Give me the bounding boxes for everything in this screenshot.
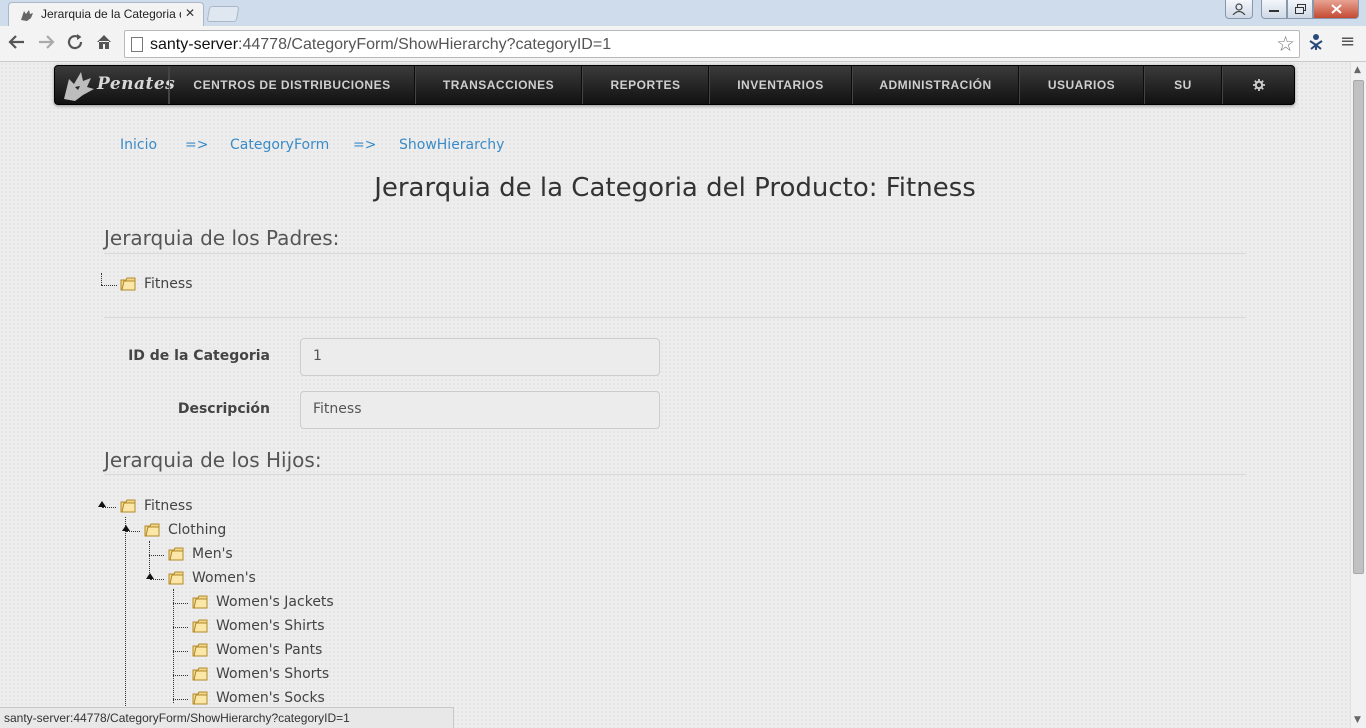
browser-titlebar: Jerarquia de la Categoria de ✕ bbox=[0, 0, 1366, 26]
page-content: Penates CENTROS DE DISTRIBUCIONES TRANSA… bbox=[0, 62, 1350, 728]
nav-transacciones[interactable]: TRANSACCIONES bbox=[415, 66, 582, 104]
breadcrumb-separator: => bbox=[185, 137, 209, 153]
divider bbox=[104, 253, 1246, 254]
tree-connector bbox=[173, 589, 174, 703]
browser-tab[interactable]: Jerarquia de la Categoria de ✕ bbox=[8, 2, 204, 26]
tree-connector bbox=[173, 699, 188, 700]
folder-icon bbox=[120, 499, 136, 513]
nav-reportes[interactable]: REPORTES bbox=[582, 66, 709, 104]
tree-connector bbox=[173, 675, 188, 676]
nav-centros-de-distribuciones[interactable]: CENTROS DE DISTRIBUCIONES bbox=[169, 66, 415, 104]
tree-connector bbox=[101, 285, 117, 286]
browser-menu-icon[interactable]: ≡ bbox=[1340, 31, 1355, 52]
tree-connector bbox=[149, 541, 150, 573]
forward-arrow-icon[interactable] bbox=[35, 33, 57, 55]
category-id-field[interactable]: 1 bbox=[300, 338, 660, 376]
folder-icon bbox=[192, 691, 208, 705]
tree-connector bbox=[173, 651, 188, 652]
breadcrumb-separator: => bbox=[353, 137, 377, 153]
brand-logo[interactable]: Penates bbox=[55, 66, 175, 104]
folder-icon bbox=[120, 277, 136, 291]
url-text[interactable]: santy-server:44778/CategoryForm/ShowHier… bbox=[150, 36, 611, 54]
tree-connector bbox=[149, 555, 164, 556]
breadcrumb-inicio[interactable]: Inicio bbox=[120, 137, 157, 153]
browser-toolbar: santy-server:44778/CategoryForm/ShowHier… bbox=[0, 26, 1366, 62]
page-icon bbox=[131, 37, 143, 52]
new-tab-button[interactable] bbox=[206, 6, 240, 22]
minimize-button[interactable] bbox=[1261, 0, 1287, 19]
description-field[interactable]: Fitness bbox=[300, 391, 660, 429]
reload-icon[interactable] bbox=[64, 33, 86, 55]
tree-connector bbox=[102, 507, 116, 508]
extension-icon[interactable] bbox=[1308, 33, 1324, 55]
nav-administracion[interactable]: ADMINISTRACIÓN bbox=[852, 66, 1019, 104]
page-title: Jerarquia de la Categoria del Producto: … bbox=[374, 173, 976, 203]
divider bbox=[104, 474, 1246, 475]
user-profile-icon[interactable] bbox=[1225, 0, 1253, 19]
home-icon[interactable] bbox=[93, 33, 115, 55]
folder-icon bbox=[192, 595, 208, 609]
folder-icon bbox=[168, 571, 184, 585]
nav-settings[interactable] bbox=[1222, 66, 1294, 104]
address-bar[interactable]: santy-server:44778/CategoryForm/ShowHier… bbox=[124, 30, 1300, 58]
nav-usuarios[interactable]: USUARIOS bbox=[1019, 66, 1144, 104]
divider bbox=[104, 317, 1246, 318]
breadcrumb-showhierarchy[interactable]: ShowHierarchy bbox=[399, 137, 504, 153]
status-bar: santy-server:44778/CategoryForm/ShowHier… bbox=[0, 707, 454, 728]
tree-connector bbox=[173, 603, 188, 604]
tree-connector bbox=[126, 531, 140, 532]
nav-inventarios[interactable]: INVENTARIOS bbox=[709, 66, 852, 104]
breadcrumb-categoryform[interactable]: CategoryForm bbox=[230, 137, 329, 153]
wolf-logo-icon bbox=[64, 72, 94, 101]
brand-name: Penates bbox=[97, 74, 176, 94]
category-id-label: ID de la Categoria bbox=[128, 348, 270, 364]
tree-connector bbox=[125, 517, 126, 728]
scroll-down-arrow-icon[interactable]: ▼ bbox=[1354, 715, 1361, 725]
folder-icon bbox=[144, 523, 160, 537]
back-arrow-icon[interactable] bbox=[6, 33, 28, 55]
close-window-button[interactable] bbox=[1313, 0, 1359, 19]
gear-icon bbox=[1252, 79, 1265, 91]
folder-icon bbox=[192, 619, 208, 633]
nav-su[interactable]: SU bbox=[1144, 66, 1222, 104]
tree-connector bbox=[150, 579, 164, 580]
scroll-up-arrow-icon[interactable]: ▲ bbox=[1354, 65, 1361, 75]
description-label: Descripción bbox=[177, 401, 270, 417]
bookmark-star-icon[interactable]: ☆ bbox=[1276, 32, 1295, 56]
folder-icon bbox=[192, 667, 208, 681]
folder-icon bbox=[168, 547, 184, 561]
vertical-scrollbar[interactable]: ▲ ▼ bbox=[1350, 62, 1366, 728]
tree-connector bbox=[101, 273, 102, 285]
tab-title: Jerarquia de la Categoria de bbox=[41, 7, 181, 21]
folder-icon bbox=[192, 643, 208, 657]
tree-connector bbox=[173, 627, 188, 628]
scrollbar-thumb[interactable] bbox=[1353, 80, 1364, 574]
children-section-title: Jerarquia de los Hijos: bbox=[104, 448, 322, 472]
main-navbar: Penates CENTROS DE DISTRIBUCIONES TRANSA… bbox=[54, 65, 1295, 105]
maximize-button[interactable] bbox=[1287, 0, 1313, 19]
wolf-favicon-icon bbox=[21, 10, 33, 21]
tab-close-icon[interactable]: ✕ bbox=[185, 6, 195, 20]
parents-section-title: Jerarquia de los Padres: bbox=[104, 226, 340, 250]
